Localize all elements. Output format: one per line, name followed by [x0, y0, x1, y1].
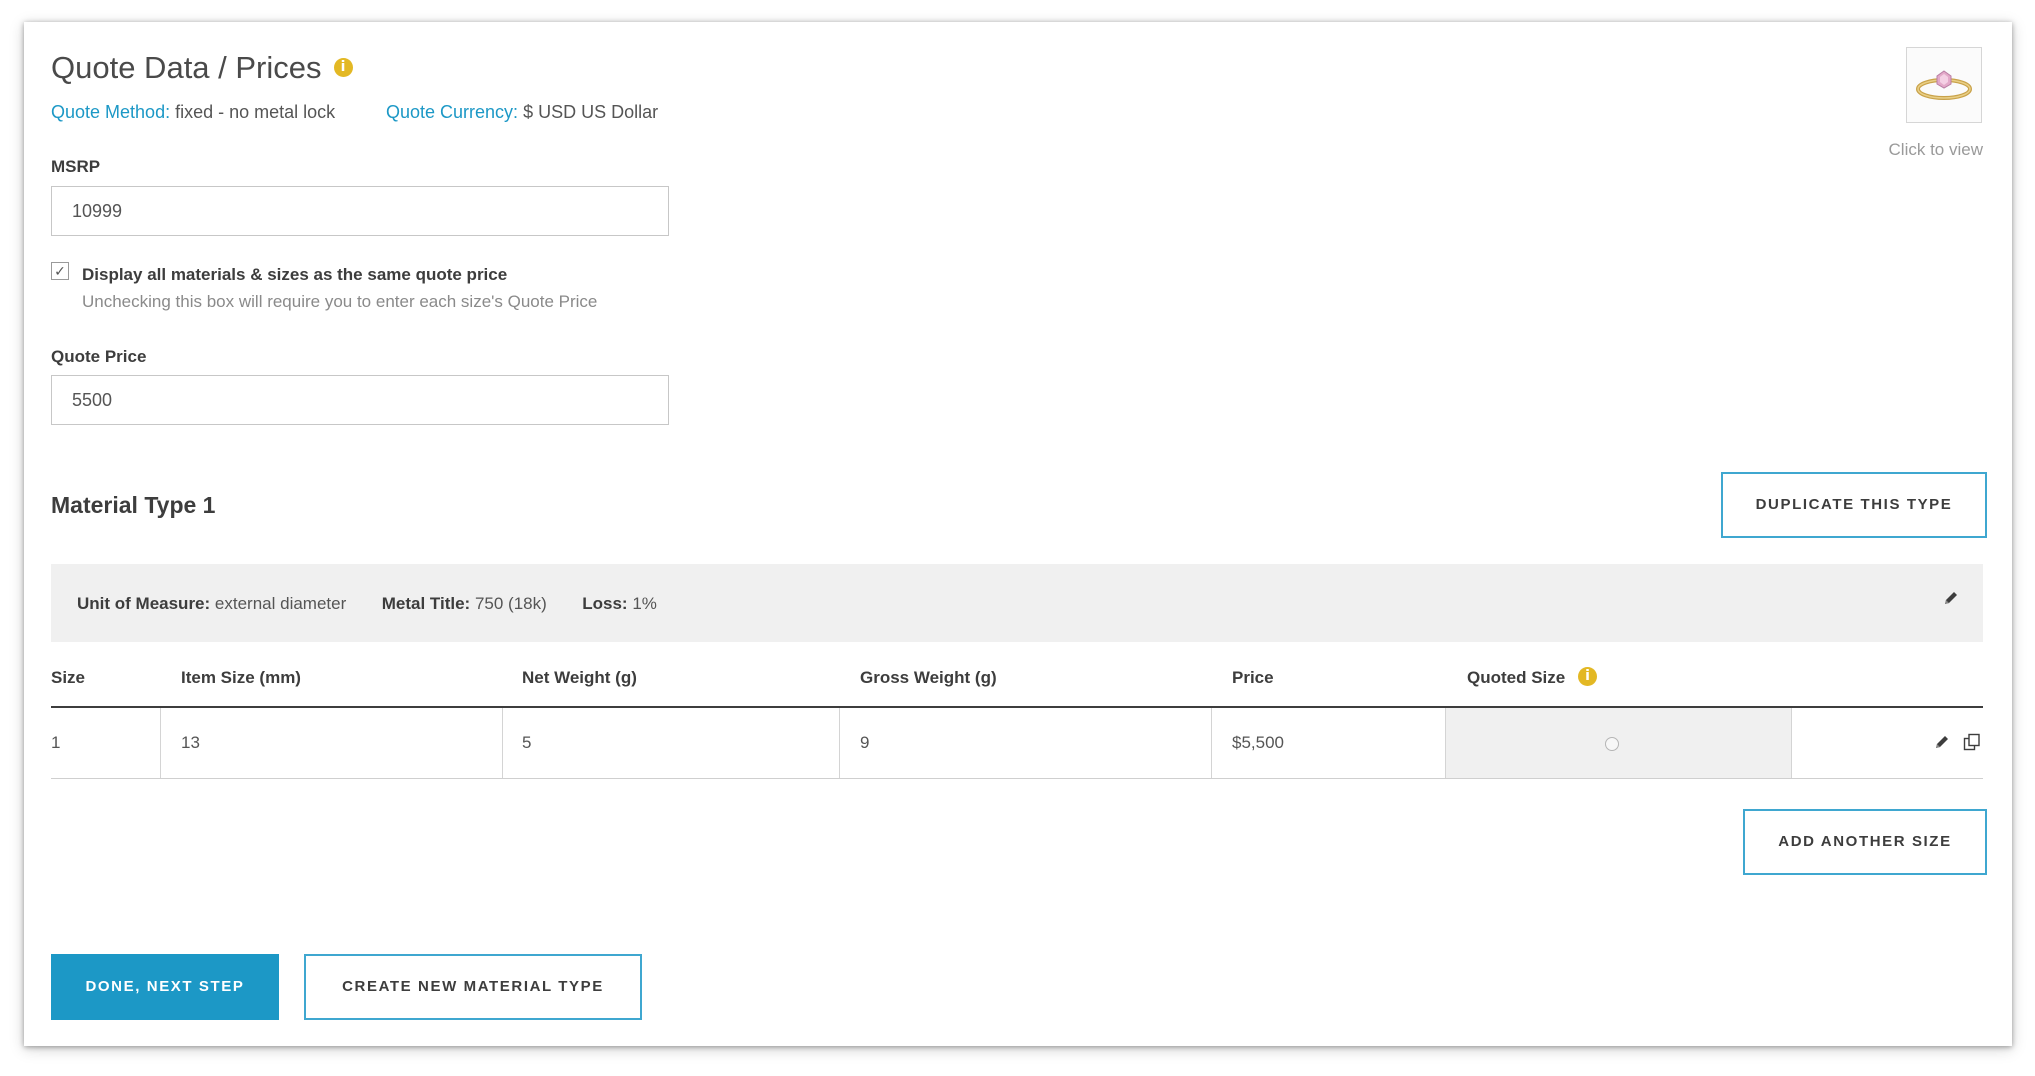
cell-item-size: 13 — [181, 733, 200, 752]
thumbnail-caption[interactable]: Click to view — [1879, 140, 1983, 160]
duplicate-type-button[interactable]: DUPLICATE THIS TYPE — [1721, 472, 1987, 538]
uom-label: Unit of Measure: — [77, 594, 211, 613]
quote-price-input[interactable]: 5500 — [51, 375, 669, 425]
quoted-size-label: Quoted Size — [1467, 668, 1566, 687]
cell-gross-weight: 9 — [860, 733, 870, 752]
add-size-button[interactable]: ADD ANOTHER SIZE — [1743, 809, 1987, 875]
cell-size: 1 — [51, 733, 61, 752]
quote-method-label: Quote Method: — [51, 102, 171, 122]
quoted-size-radio[interactable] — [1605, 737, 1619, 751]
uom-value: external diameter — [214, 594, 347, 613]
quote-currency: Quote Currency: $ USD US Dollar — [386, 102, 658, 123]
metal-title-value: 750 (18k) — [474, 594, 547, 613]
quote-price-label: Quote Price — [51, 347, 147, 366]
material-properties: Unit of Measure: external diameter Metal… — [77, 594, 657, 614]
edit-material-icon[interactable] — [1943, 590, 1959, 611]
msrp-input[interactable]: 10999 — [51, 186, 669, 236]
quote-method: Quote Method: fixed - no metal lock — [51, 102, 335, 123]
done-next-step-button[interactable]: DONE, NEXT STEP — [51, 954, 279, 1020]
product-thumbnail[interactable] — [1906, 47, 1982, 123]
same-price-label[interactable]: Display all materials & sizes as the sam… — [82, 265, 507, 285]
cell-net-weight: 5 — [522, 733, 532, 752]
quote-method-value: fixed - no metal lock — [175, 102, 336, 122]
column-header-net-weight: Net Weight (g) — [522, 668, 637, 687]
quote-currency-label: Quote Currency: — [386, 102, 519, 122]
material-properties-bar: Unit of Measure: external diameter Metal… — [51, 564, 1983, 642]
check-icon: ✓ — [54, 263, 66, 279]
same-price-help: Unchecking this box will require you to … — [82, 292, 598, 311]
column-header-gross-weight: Gross Weight (g) — [860, 668, 997, 687]
loss-value: 1% — [632, 594, 657, 613]
edit-row-icon[interactable] — [1934, 734, 1950, 755]
column-divider — [502, 708, 503, 778]
column-divider — [839, 708, 840, 778]
quote-currency-value: $ USD US Dollar — [523, 102, 659, 122]
page-title-text: Quote Data / Prices — [51, 50, 322, 85]
metal-title-label: Metal Title: — [381, 594, 471, 613]
msrp-label: MSRP — [51, 157, 101, 176]
loss-label: Loss: — [582, 594, 628, 613]
duplicate-row-icon[interactable] — [1963, 733, 1981, 756]
column-divider — [160, 708, 161, 778]
column-header-price: Price — [1232, 668, 1274, 687]
material-type-title: Material Type 1 — [51, 492, 216, 518]
quoted-size-info-icon[interactable]: i — [1577, 667, 1597, 687]
create-material-type-button[interactable]: CREATE NEW MATERIAL TYPE — [304, 954, 642, 1020]
column-divider — [1445, 708, 1446, 778]
page-title: Quote Data / Prices i — [51, 50, 353, 86]
column-header-quoted-size: Quoted Size i — [1467, 667, 1597, 688]
column-header-item-size: Item Size (mm) — [181, 668, 301, 687]
ring-image-icon — [1916, 70, 1972, 100]
info-icon[interactable]: i — [333, 58, 353, 78]
column-divider — [1791, 708, 1792, 778]
quote-prices-card: Quote Data / Prices i Quote Method: fixed… — [24, 22, 2012, 1046]
same-price-checkbox[interactable]: ✓ — [51, 262, 69, 280]
cell-price: $5,500 — [1232, 733, 1284, 752]
column-divider — [1211, 708, 1212, 778]
table-row-divider — [51, 778, 1983, 779]
column-header-size: Size — [51, 668, 86, 687]
